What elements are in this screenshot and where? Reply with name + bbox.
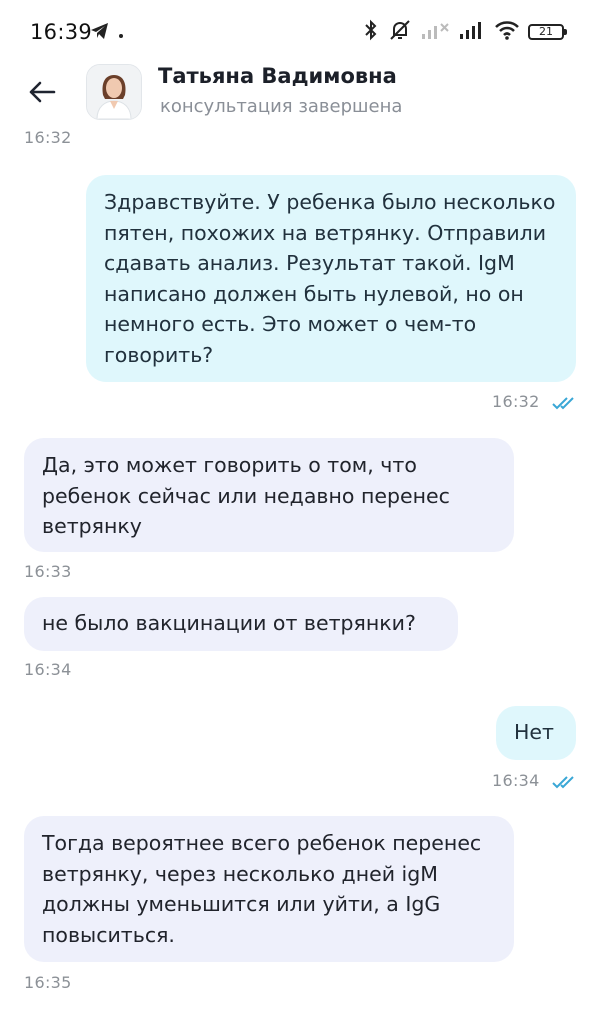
message-text: Тогда вероятнее всего ребенок перенес ве…: [42, 831, 482, 947]
message-text: Да, это может говорить о том, что ребено…: [42, 453, 450, 538]
message-time: 16:32: [492, 392, 540, 411]
mute-bell-icon: [388, 18, 412, 46]
status-left-icons: [90, 20, 124, 46]
bluetooth-icon: [362, 18, 380, 46]
outgoing-message[interactable]: Здравствуйте. У ребенка было несколько п…: [86, 175, 576, 382]
battery-icon: 21: [528, 24, 567, 40]
incoming-message[interactable]: Да, это может говорить о том, что ребено…: [24, 438, 514, 552]
message-text: Здравствуйте. У ребенка было несколько п…: [104, 190, 556, 367]
incoming-message[interactable]: Тогда вероятнее всего ребенок перенес ве…: [24, 816, 514, 962]
read-check-icon: [551, 774, 577, 789]
contact-name: Татьяна Вадимовна: [158, 64, 397, 88]
status-time: 16:39: [30, 20, 93, 44]
consultation-status: консультация завершена: [160, 96, 403, 117]
message-time: 16:33: [24, 562, 72, 581]
signal-icon: [458, 20, 486, 44]
status-right-icons: 21: [362, 18, 567, 46]
arrow-left-icon: [28, 80, 56, 108]
incoming-message[interactable]: не было вакцинации от ветрянки?: [24, 597, 458, 651]
message-text: не было вакцинации от ветрянки?: [42, 611, 416, 635]
message-time: 16:35: [24, 973, 72, 992]
outgoing-message[interactable]: Нет: [496, 706, 576, 760]
message-time: 16:34: [24, 660, 72, 679]
chat-header: Татьяна Вадимовна консультация завершена: [0, 60, 600, 130]
wifi-icon: [494, 19, 520, 45]
read-check-icon: [551, 395, 577, 410]
message-time: 16:32: [24, 130, 72, 147]
chat-messages[interactable]: 16:32 Здравствуйте. У ребенка было неско…: [0, 130, 600, 1009]
signal-weak-icon: [420, 20, 450, 44]
doctor-avatar[interactable]: [86, 64, 142, 120]
message-time: 16:34: [492, 771, 540, 790]
message-text: Нет: [514, 720, 554, 744]
telegram-icon: [90, 22, 110, 44]
status-bar: 16:39 21: [0, 0, 600, 60]
dot-icon: [118, 24, 124, 43]
back-button[interactable]: [22, 74, 62, 114]
